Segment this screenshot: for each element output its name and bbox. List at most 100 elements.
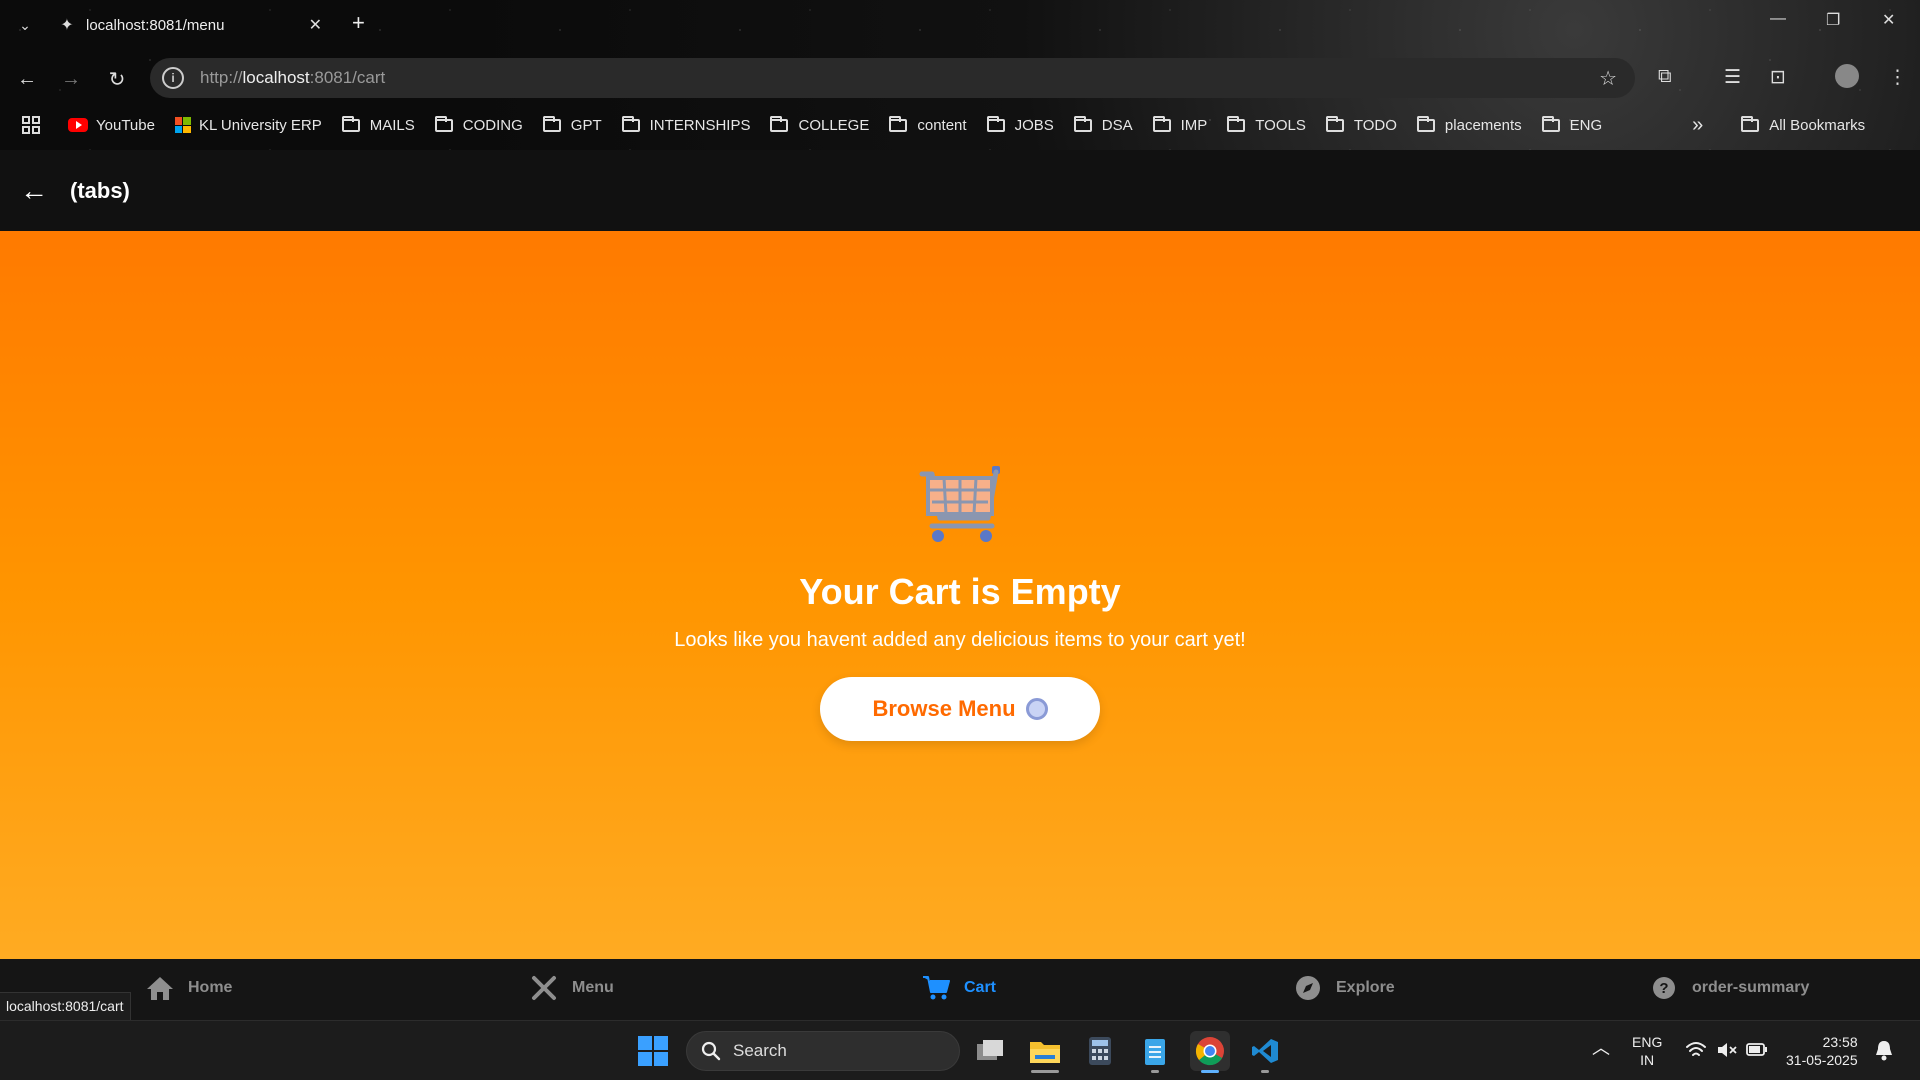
running-indicator xyxy=(1261,1070,1269,1073)
all-bookmarks-button[interactable]: All Bookmarks xyxy=(1741,115,1865,134)
folder-icon xyxy=(1152,115,1171,132)
folder-icon xyxy=(341,115,360,132)
screenshot-icon[interactable]: ⊡ xyxy=(1770,66,1786,89)
folder-icon xyxy=(1741,115,1760,132)
clock[interactable]: 23:58 31-05-2025 xyxy=(1786,1033,1858,1069)
new-tab-button[interactable]: + xyxy=(352,10,365,36)
app-header: ← (tabs) xyxy=(0,150,1920,231)
bookmark-folder[interactable]: placements xyxy=(1416,115,1522,134)
bookmark-folder[interactable]: TOOLS xyxy=(1227,115,1306,134)
search-icon xyxy=(701,1041,721,1061)
bookmark-folder[interactable]: CODING xyxy=(434,115,523,134)
header-back-icon[interactable]: ← xyxy=(20,175,50,207)
tab-menu[interactable]: Menu xyxy=(530,974,614,1002)
reading-list-icon[interactable]: ☰ xyxy=(1724,66,1741,89)
task-view-icon[interactable] xyxy=(970,1031,1010,1071)
compass-icon xyxy=(1294,974,1322,1002)
bookmark-folder[interactable]: TODO xyxy=(1325,115,1397,134)
calculator-icon[interactable] xyxy=(1080,1031,1120,1071)
running-indicator xyxy=(1031,1070,1059,1073)
bookmark-folder[interactable]: IMP xyxy=(1152,115,1207,134)
apps-grid-icon[interactable] xyxy=(22,116,40,134)
reload-icon[interactable]: ↻ xyxy=(102,64,132,94)
folder-icon xyxy=(1325,115,1344,132)
folder-icon xyxy=(434,115,453,132)
extensions-icon[interactable]: ⧉ xyxy=(1658,66,1672,88)
browser-chrome: ⌄ ✦ localhost:8081/menu ✕ + — ❐ ✕ ← → ↻ … xyxy=(0,0,1920,150)
vscode-icon[interactable] xyxy=(1245,1031,1285,1073)
notepad-icon[interactable] xyxy=(1135,1031,1175,1073)
browse-menu-button[interactable]: Browse Menu xyxy=(820,677,1100,741)
address-url: http://localhost:8081/cart xyxy=(200,68,386,87)
profile-avatar[interactable] xyxy=(1835,64,1859,88)
chrome-icon[interactable] xyxy=(1190,1031,1230,1073)
browse-menu-label: Browse Menu xyxy=(872,696,1016,721)
shopping-cart-icon xyxy=(919,466,1000,542)
tab-order-summary[interactable]: ? order-summary xyxy=(1650,974,1809,1002)
bookmarks-bar: YouTube KL University ERP MAILS CODING G… xyxy=(0,108,1920,142)
site-info-icon[interactable]: i xyxy=(162,67,184,89)
bookmark-folder[interactable]: MAILS xyxy=(341,115,415,134)
bookmark-folder[interactable]: GPT xyxy=(542,115,602,134)
folder-icon xyxy=(889,115,908,132)
windows-taskbar: Search ︿ ENG IN 23:58 31-05-2025 xyxy=(0,1020,1920,1080)
bookmark-folder[interactable]: JOBS xyxy=(986,115,1054,134)
tab-cart[interactable]: Cart xyxy=(922,974,996,1002)
windows-start-icon[interactable] xyxy=(638,1036,668,1066)
running-indicator xyxy=(1201,1070,1219,1073)
bookmark-kl-erp[interactable]: KL University ERP xyxy=(174,117,322,134)
folder-icon xyxy=(1416,115,1435,132)
svg-text:?: ? xyxy=(1659,980,1668,997)
plate-cutlery-icon xyxy=(1025,698,1048,720)
bookmarks-overflow-button[interactable]: » xyxy=(1692,114,1703,137)
youtube-icon xyxy=(68,118,88,132)
minimize-icon[interactable]: — xyxy=(1770,10,1786,28)
battery-icon[interactable] xyxy=(1746,1041,1768,1061)
running-indicator xyxy=(1151,1070,1159,1073)
volume-muted-icon[interactable] xyxy=(1716,1041,1738,1063)
bookmark-folder[interactable]: content xyxy=(889,115,967,134)
tab-explore[interactable]: Explore xyxy=(1294,974,1395,1002)
show-hidden-icons-chevron[interactable]: ︿ xyxy=(1592,1039,1610,1057)
address-bar[interactable]: i http://localhost:8081/cart ☆ xyxy=(150,58,1635,98)
question-icon: ? xyxy=(1650,974,1678,1002)
tab-close-icon[interactable]: ✕ xyxy=(309,15,322,35)
forward-icon[interactable]: → xyxy=(56,64,86,94)
bookmark-folder[interactable]: INTERNSHIPS xyxy=(621,115,750,134)
language-indicator[interactable]: ENG IN xyxy=(1632,1033,1662,1069)
bookmark-folder[interactable]: COLLEGE xyxy=(770,115,869,134)
cart-icon xyxy=(922,974,950,1002)
folder-icon xyxy=(1227,115,1246,132)
bookmark-youtube[interactable]: YouTube xyxy=(68,117,155,134)
folder-icon xyxy=(542,115,561,132)
home-icon xyxy=(146,974,174,1002)
folder-icon xyxy=(986,115,1005,132)
folder-icon xyxy=(770,115,789,132)
page-title: (tabs) xyxy=(70,177,130,203)
empty-cart-subtitle: Looks like you havent added any deliciou… xyxy=(674,629,1246,651)
file-explorer-icon[interactable] xyxy=(1025,1031,1065,1073)
bottom-tab-bar: Home Menu Cart Explore ? order-summary xyxy=(0,959,1920,1020)
restore-icon[interactable]: ❐ xyxy=(1826,10,1840,30)
close-window-icon[interactable]: ✕ xyxy=(1882,10,1895,30)
bookmark-folder[interactable]: ENG xyxy=(1541,115,1602,134)
notifications-bell-icon[interactable] xyxy=(1874,1039,1894,1065)
folder-icon xyxy=(1541,115,1560,132)
menu-kebab-icon[interactable]: ⋮ xyxy=(1888,66,1907,89)
tab-favicon-icon: ✦ xyxy=(60,17,74,34)
back-icon[interactable]: ← xyxy=(12,64,42,94)
taskbar-search[interactable]: Search xyxy=(686,1031,960,1071)
windows-logo-icon xyxy=(174,117,191,133)
browser-tab[interactable]: ✦ localhost:8081/menu ✕ xyxy=(48,8,338,42)
tab-home[interactable]: Home xyxy=(146,974,232,1002)
bookmark-star-icon[interactable]: ☆ xyxy=(1599,66,1617,91)
folder-icon xyxy=(1073,115,1092,132)
link-status-bubble: localhost:8081/cart xyxy=(0,992,131,1020)
utensils-icon xyxy=(530,974,558,1002)
tab-search-chevron-icon[interactable]: ⌄ xyxy=(12,12,38,38)
folder-icon xyxy=(621,115,640,132)
tab-title: localhost:8081/menu xyxy=(86,16,225,34)
empty-cart-title: Your Cart is Empty xyxy=(799,571,1121,612)
bookmark-folder[interactable]: DSA xyxy=(1073,115,1133,134)
wifi-icon[interactable] xyxy=(1685,1041,1707,1063)
